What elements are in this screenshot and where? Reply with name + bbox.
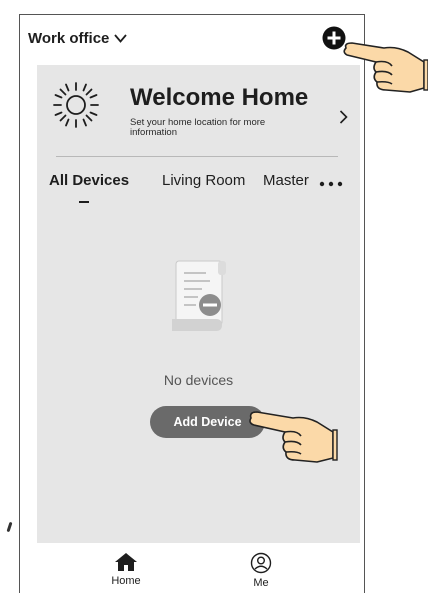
sun-icon <box>53 82 99 128</box>
content-panel: Welcome Home Set your home location for … <box>37 65 360 543</box>
nav-item-home[interactable]: Home <box>91 543 161 587</box>
empty-message: No devices <box>163 372 234 388</box>
tab-all-devices[interactable]: All Devices <box>49 172 129 189</box>
chevron-right-icon[interactable] <box>339 110 348 124</box>
stray-mark <box>6 521 13 533</box>
welcome-subtitle: Set your home location for more informat… <box>130 117 266 138</box>
home-selector[interactable]: Work office <box>28 30 128 47</box>
nav-item-me[interactable]: Me <box>226 543 296 589</box>
welcome-title: Welcome Home <box>130 84 309 111</box>
welcome-card[interactable]: Welcome Home Set your home location for … <box>37 65 360 171</box>
nav-label-me: Me <box>253 577 269 589</box>
active-tab-indicator <box>79 201 89 203</box>
home-icon <box>115 553 137 571</box>
pointing-hand-icon <box>249 411 338 463</box>
nav-label-home: Home <box>111 575 141 587</box>
user-icon <box>250 552 272 574</box>
phone-screen: Work office Welcome Home Set your home l… <box>19 14 365 593</box>
room-tabs: All Devices Living Room Master <box>37 172 360 203</box>
chevron-down-icon <box>114 34 128 43</box>
more-dots-icon[interactable] <box>319 181 343 187</box>
pointing-hand-icon <box>343 42 428 93</box>
tab-master[interactable]: Master <box>263 172 309 189</box>
home-name: Work office <box>28 30 110 47</box>
document-remove-icon <box>172 260 226 331</box>
bottom-nav: Home Me <box>20 543 364 593</box>
top-bar: Work office <box>20 15 364 67</box>
tab-living-room[interactable]: Living Room <box>162 172 245 189</box>
divider <box>56 156 338 157</box>
